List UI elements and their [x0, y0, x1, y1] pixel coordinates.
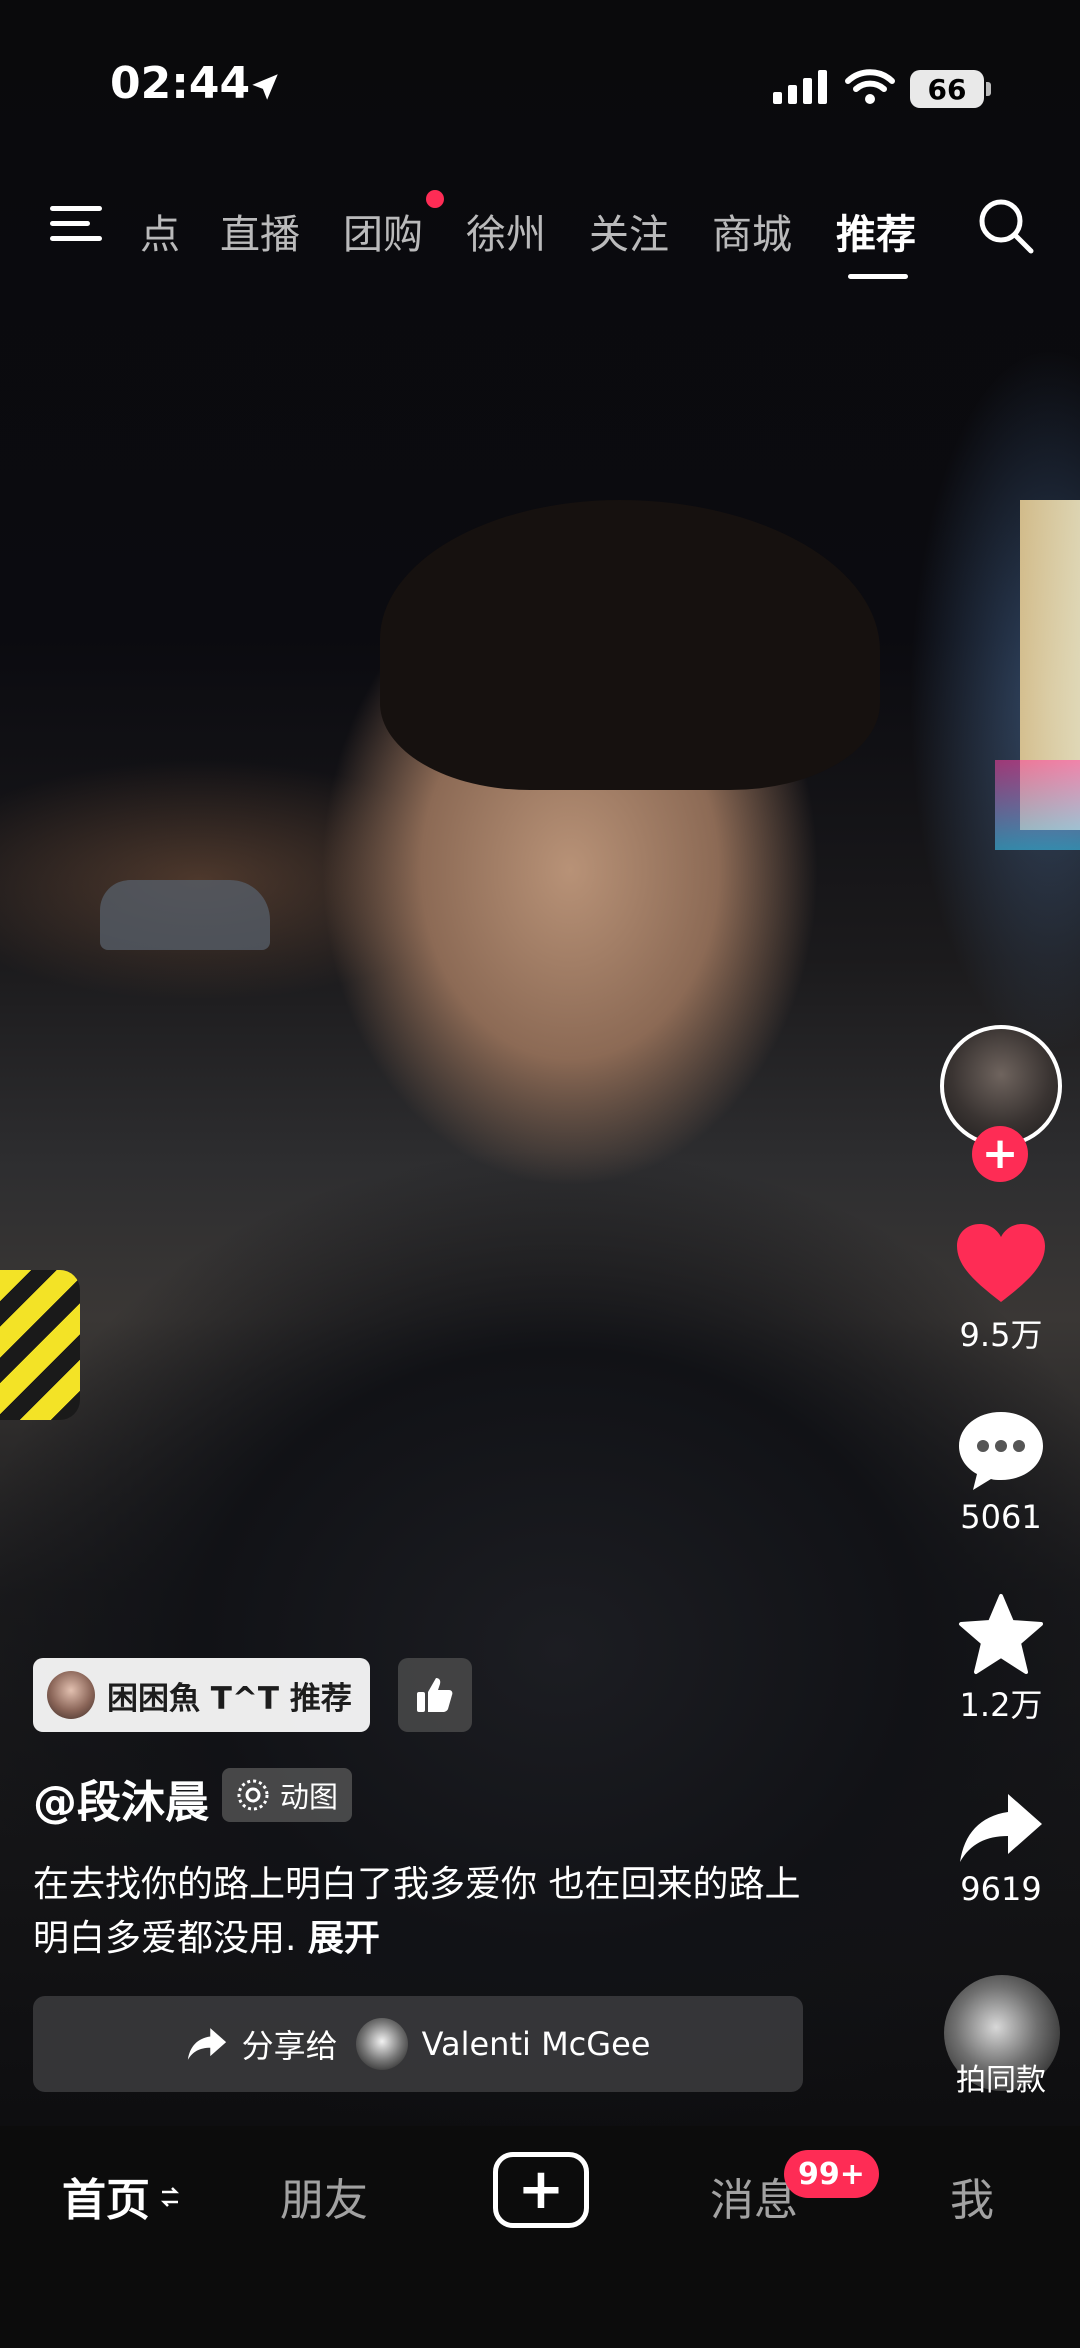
person-hair — [380, 500, 880, 790]
recommender-text: 困困魚 T^T 推荐 — [107, 1680, 352, 1717]
like-action[interactable]: 9.5万 — [936, 1222, 1066, 1356]
use-sound-label[interactable]: 拍同款 — [936, 2055, 1066, 2099]
share-user-name: Valenti McGee — [421, 2025, 651, 2063]
follow-plus-button[interactable]: + — [972, 1126, 1028, 1182]
caption-text: 在去找你的路上明白了我多爱你 也在回来的路上明白多爱都没用. — [33, 1864, 801, 1959]
status-time: 02:44 — [110, 58, 251, 109]
animated-image-tag[interactable]: 动图 — [222, 1768, 353, 1822]
cellular-signal-icon — [773, 70, 829, 108]
nav-me[interactable]: 我 — [950, 2164, 994, 2228]
comment-action[interactable]: 5061 — [936, 1408, 1066, 1536]
background-tape — [0, 1270, 80, 1420]
comment-count: 5061 — [960, 1498, 1042, 1536]
share-action[interactable]: 9619 — [936, 1790, 1066, 1908]
tab-group-buy[interactable]: 团购 — [343, 202, 423, 260]
thumbs-up-button[interactable] — [398, 1658, 472, 1732]
tab-dian[interactable]: 点 — [140, 202, 180, 260]
swap-arrows-icon[interactable] — [160, 2186, 180, 2212]
bottom-navigation: 首页 朋友 + 消息 99+ 我 — [0, 2126, 1080, 2348]
status-bar: 02:44 66 — [0, 58, 1080, 118]
nav-friends[interactable]: 朋友 — [280, 2164, 368, 2228]
share-arrow-icon — [187, 2028, 226, 2060]
heart-icon — [957, 1224, 1045, 1302]
tab-following[interactable]: 关注 — [589, 202, 669, 260]
author-name[interactable]: @段沐晨 — [33, 1766, 209, 1830]
tab-live[interactable]: 直播 — [220, 202, 300, 260]
favorite-action[interactable]: 1.2万 — [936, 1592, 1066, 1726]
top-tab-bar: 点 直播 团购 徐州 关注 商城 推荐 — [0, 190, 1080, 290]
share-to-friend-bar[interactable]: 分享给 Valenti McGee — [33, 1996, 803, 2092]
like-count: 9.5万 — [959, 1316, 1043, 1354]
background-neon — [995, 760, 1080, 850]
tag-label: 动图 — [280, 1780, 339, 1814]
tab-mall[interactable]: 商城 — [712, 202, 792, 260]
notification-dot — [426, 190, 444, 208]
wifi-icon — [845, 68, 895, 110]
battery-indicator: 66 — [910, 70, 984, 108]
location-arrow-icon — [248, 70, 282, 108]
share-arrow-icon — [960, 1794, 1042, 1862]
tab-recommend[interactable]: 推荐 — [836, 202, 916, 260]
favorite-count: 1.2万 — [959, 1686, 1043, 1724]
search-icon[interactable] — [976, 196, 1036, 260]
recommender-avatar — [47, 1671, 95, 1719]
create-post-button[interactable]: + — [493, 2152, 589, 2228]
animated-image-icon — [237, 1779, 269, 1811]
share-to-label: 分享给 — [241, 2027, 338, 2065]
active-tab-underline — [848, 274, 908, 279]
menu-icon[interactable] — [48, 202, 104, 250]
share-user-avatar — [355, 2018, 408, 2070]
comment-icon — [959, 1412, 1043, 1490]
messages-badge: 99+ — [784, 2150, 879, 2198]
share-count: 9619 — [960, 1870, 1042, 1908]
recommended-by-chip[interactable]: 困困魚 T^T 推荐 — [33, 1658, 370, 1732]
star-icon — [959, 1594, 1043, 1674]
tab-xuzhou[interactable]: 徐州 — [466, 202, 546, 260]
expand-link[interactable]: 展开 — [308, 1918, 380, 1959]
post-caption[interactable]: 在去找你的路上明白了我多爱你 也在回来的路上明白多爱都没用. 展开 — [33, 1858, 833, 1966]
battery-tip — [986, 82, 991, 96]
nav-home[interactable]: 首页 — [62, 2164, 150, 2228]
background-car — [100, 880, 270, 950]
thumbs-up-icon — [417, 1678, 453, 1712]
